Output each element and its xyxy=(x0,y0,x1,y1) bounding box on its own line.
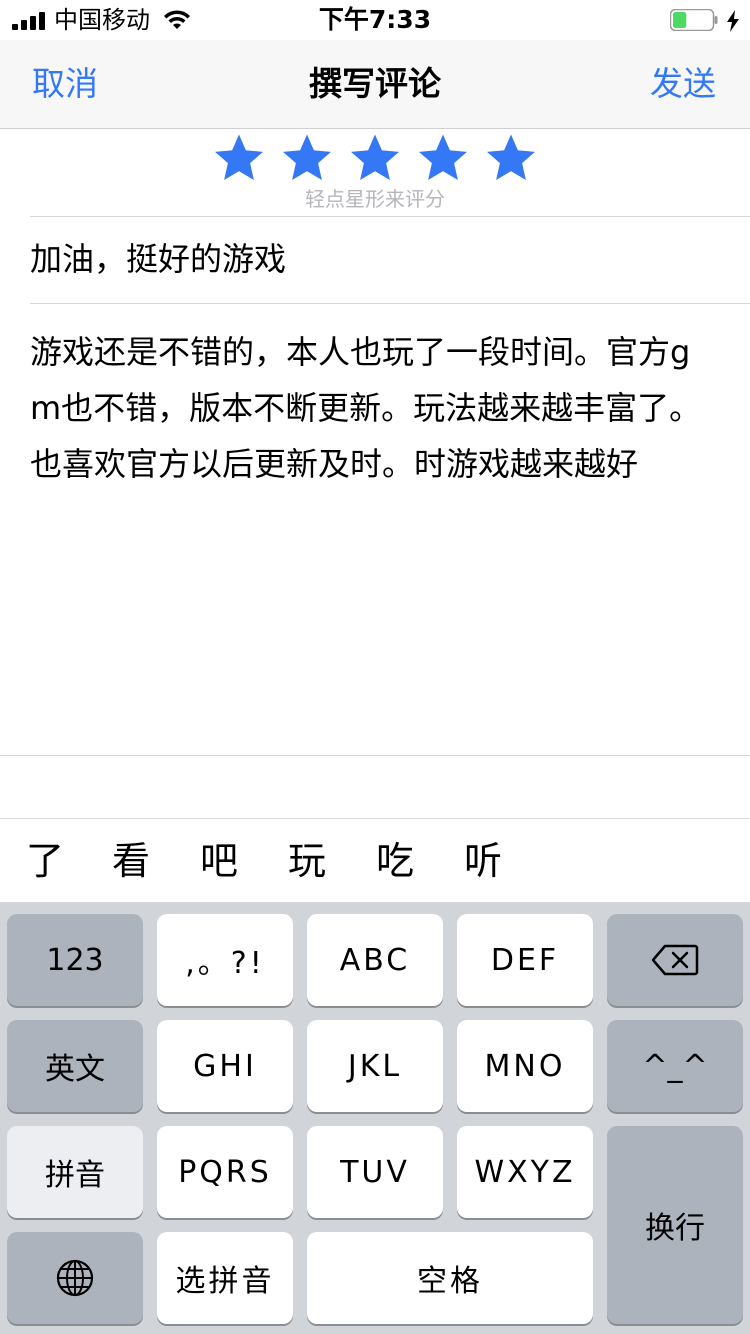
wxyz-key[interactable]: WXYZ xyxy=(457,1126,593,1218)
ghi-key[interactable]: GHI xyxy=(157,1020,293,1112)
candidate-bar: 了 看 吧 玩 吃 听 xyxy=(0,818,750,902)
divider xyxy=(30,216,750,217)
punctuation-key[interactable]: ,。?! xyxy=(157,914,293,1006)
english-key[interactable]: 英文 xyxy=(7,1020,143,1112)
star-icon[interactable] xyxy=(215,134,263,182)
page-title: 撰写评论 xyxy=(309,64,441,103)
globe-icon xyxy=(56,1259,94,1297)
candidate-word[interactable]: 了 xyxy=(26,838,64,884)
emoticon-key[interactable]: ^_^ xyxy=(607,1020,743,1112)
select-pinyin-key[interactable]: 选拼音 xyxy=(157,1232,293,1324)
divider xyxy=(0,755,750,756)
review-body-field[interactable]: 游戏还是不错的，本人也玩了一段时间。官方gm也不错，版本不断更新。玩法越来越丰富… xyxy=(30,324,720,492)
backspace-key[interactable] xyxy=(607,914,743,1006)
candidate-word[interactable]: 听 xyxy=(464,838,502,884)
star-rating[interactable] xyxy=(0,134,750,186)
divider xyxy=(0,818,750,819)
candidate-word[interactable]: 玩 xyxy=(288,838,326,884)
divider xyxy=(30,303,750,304)
mno-key[interactable]: MNO xyxy=(457,1020,593,1112)
status-time: 下午7:33 xyxy=(318,5,432,34)
rating-hint: 轻点星形来评分 xyxy=(305,187,445,211)
def-key[interactable]: DEF xyxy=(457,914,593,1006)
review-title-field[interactable]: 加油，挺好的游戏 xyxy=(30,238,286,280)
charging-bolt-icon xyxy=(727,10,739,32)
abc-key[interactable]: ABC xyxy=(307,914,443,1006)
globe-key[interactable] xyxy=(7,1232,143,1324)
battery-icon xyxy=(670,9,718,31)
star-icon[interactable] xyxy=(419,134,467,182)
candidate-word[interactable]: 吃 xyxy=(376,838,414,884)
status-bar: 中国移动 下午7:33 xyxy=(0,0,750,40)
numbers-key[interactable]: 123 xyxy=(7,914,143,1006)
jkl-key[interactable]: JKL xyxy=(307,1020,443,1112)
backspace-icon xyxy=(651,944,699,976)
keyboard: 123 ,。?! ABC DEF 英文 GHI JKL MNO ^_^ 拼音 P… xyxy=(0,902,750,1334)
star-icon[interactable] xyxy=(351,134,399,182)
star-icon[interactable] xyxy=(283,134,331,182)
return-key[interactable]: 换行 xyxy=(607,1126,743,1324)
candidate-word[interactable]: 吧 xyxy=(200,838,238,884)
pinyin-key[interactable]: 拼音 xyxy=(7,1126,143,1218)
star-icon[interactable] xyxy=(487,134,535,182)
navigation-bar: 取消 撰写评论 发送 xyxy=(0,40,750,129)
pqrs-key[interactable]: PQRS xyxy=(157,1126,293,1218)
tuv-key[interactable]: TUV xyxy=(307,1126,443,1218)
space-key[interactable]: 空格 xyxy=(307,1232,593,1324)
candidate-word[interactable]: 看 xyxy=(112,838,150,884)
send-button[interactable]: 发送 xyxy=(650,62,716,106)
